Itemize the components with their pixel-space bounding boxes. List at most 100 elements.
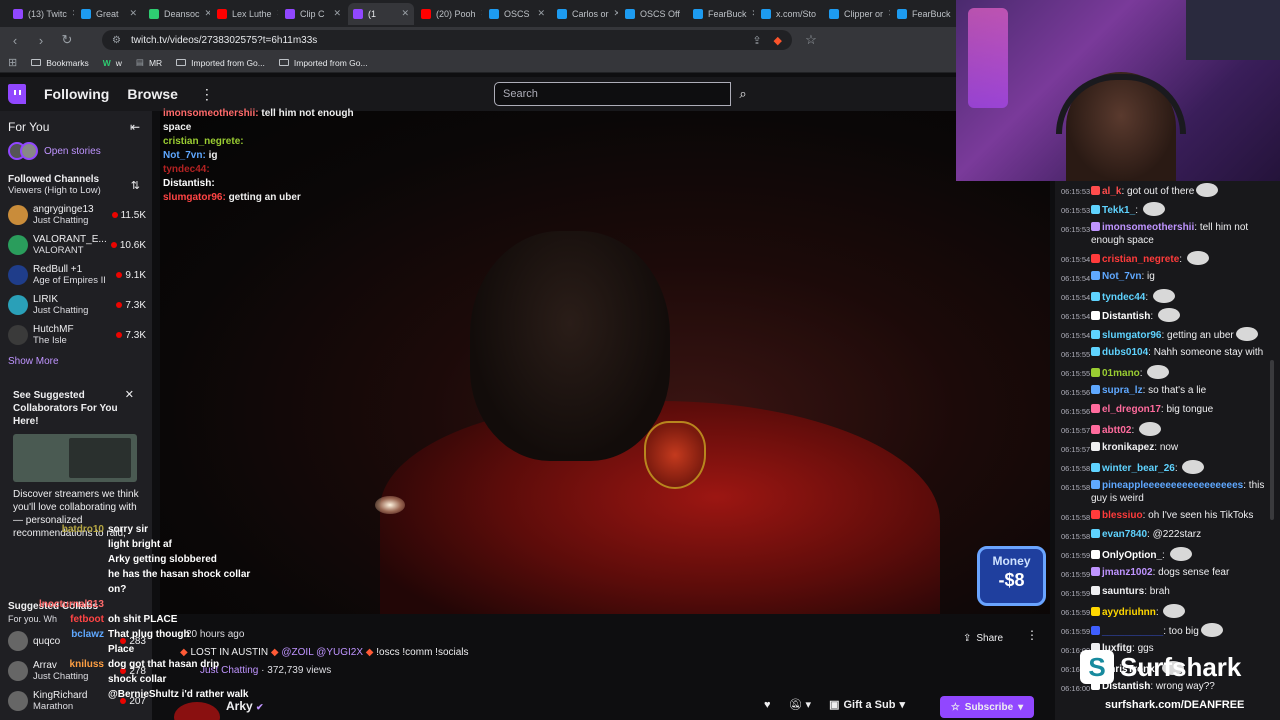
chat-username[interactable]: slumgator96 [1102, 330, 1161, 341]
close-tab-icon[interactable]: ✕ [401, 8, 409, 19]
chat-username[interactable]: ___________ [1102, 626, 1163, 637]
bookmark-item[interactable]: Imported from Go... [176, 58, 265, 68]
browser-tab[interactable]: (1 ✕ [348, 2, 414, 25]
channel-info: angryginge13 Just Chatting [33, 204, 107, 226]
title-mention[interactable]: @YUGI2X [316, 647, 363, 658]
chat-username[interactable]: al_k [1102, 186, 1121, 197]
close-tab-icon[interactable]: ✕ [752, 8, 754, 19]
close-icon[interactable]: ✕ [125, 388, 134, 401]
site-info-icon[interactable]: ⚙ [112, 35, 121, 46]
channel-avatar[interactable] [174, 702, 220, 720]
folder-icon [176, 59, 187, 66]
close-tab-icon[interactable]: ✕ [888, 8, 890, 19]
search-icon[interactable]: ⌕ [731, 82, 755, 106]
tab-title: Clip C [300, 8, 325, 19]
browser-tab[interactable]: FearBuck✕ [688, 3, 754, 25]
bookmark-item[interactable]: Ww [103, 58, 122, 68]
browser-tab[interactable]: Clipper or ✕ [824, 3, 890, 25]
chat-username[interactable]: imonsomeothershii [1102, 222, 1194, 233]
tab-favicon-icon [285, 8, 295, 19]
address-bar[interactable]: ⚙ twitch.tv/videos/2738302575?t=6h11m33s… [102, 30, 792, 50]
chat-username[interactable]: el_dregon17 [1102, 404, 1161, 415]
chat-username[interactable]: pineappleeeeeeeeeeeeeeeees [1102, 480, 1243, 491]
chat-message-row: 06:15:58 winter_bear_26: [1055, 458, 1280, 477]
collapse-sidebar-icon[interactable]: ⇤ [130, 120, 140, 134]
more-menu-icon[interactable]: ⋮ [200, 86, 214, 103]
more-options-icon[interactable]: ⋮ [1026, 628, 1038, 642]
close-tab-icon[interactable]: ✕ [333, 8, 341, 19]
show-more-link[interactable]: Show More [0, 350, 152, 373]
chat-username[interactable]: winter_bear_26 [1102, 463, 1175, 474]
sidebar-channel[interactable]: VALORANT_E... VALORANT 10.6K [0, 230, 152, 260]
browser-tab[interactable]: Great ✕ [76, 3, 142, 25]
gift-sub-button[interactable]: ▣ Gift a Sub ▾ [829, 698, 905, 712]
share-button[interactable]: ⇪ Share [955, 628, 1011, 648]
close-tab-icon[interactable]: ✕ [537, 8, 545, 19]
chat-username[interactable]: blessiuo [1102, 510, 1143, 521]
chat-username[interactable]: Tekk1_ [1102, 205, 1135, 216]
chat-username[interactable]: Not_7vn [1102, 271, 1141, 282]
twitch-logo-icon[interactable] [8, 84, 26, 104]
chat-username[interactable]: OnlyOption_ [1102, 550, 1162, 561]
reload-icon[interactable]: ↻ [60, 32, 74, 48]
sponsor-url: surfshark.com/DEANFREE [1105, 699, 1245, 711]
chat-username[interactable]: Distantish [1102, 311, 1150, 322]
close-tab-icon[interactable]: ✕ [821, 8, 822, 19]
close-tab-icon[interactable]: ✕ [481, 8, 482, 19]
chat-text: big tongue [1166, 404, 1214, 415]
sidebar-channel[interactable]: HutchMF The Isle 7.3K [0, 320, 152, 350]
browser-tab[interactable]: OSCS Off ✕ [620, 3, 686, 25]
close-tab-icon[interactable]: ✕ [685, 8, 686, 19]
bookmark-item[interactable]: Imported from Go... [278, 58, 368, 68]
chat-username[interactable]: tyndec44 [1102, 292, 1145, 303]
close-tab-icon[interactable]: ✕ [277, 8, 278, 19]
chat-username[interactable]: kronikapez [1102, 442, 1154, 453]
heart-icon[interactable]: ♥ [764, 699, 771, 711]
open-stories[interactable]: Open stories [0, 134, 152, 168]
notifications-icon[interactable]: 🔕︎ ▾ [789, 698, 812, 711]
sort-icon[interactable]: ⇅ [131, 179, 140, 192]
browser-tab[interactable]: x.com/Sto ✕ [756, 3, 822, 25]
browser-tab[interactable]: Deansoc ✕ [144, 3, 210, 25]
sponsor-logo: S Surfshark [1080, 650, 1241, 684]
bookmark-star-icon[interactable]: ☆ [804, 32, 818, 48]
chat-username[interactable]: abtt02 [1102, 425, 1131, 436]
title-mention[interactable]: @ZOIL [281, 647, 313, 658]
subscribe-button[interactable]: ☆ Subscribe ▾ [940, 696, 1034, 718]
close-tab-icon[interactable]: ✕ [129, 8, 137, 19]
back-icon[interactable]: ‹ [8, 33, 22, 48]
browser-tab[interactable]: Lex Luthe ✕ [212, 3, 278, 25]
close-tab-icon[interactable]: ✕ [614, 8, 618, 19]
apps-grid-icon[interactable]: ⊞ [8, 56, 17, 69]
chat-scrollbar[interactable] [1270, 360, 1274, 520]
bookmark-item[interactable]: Bookmarks [31, 58, 89, 68]
chat-username[interactable]: 01mano [1102, 368, 1140, 379]
chat-username[interactable]: ayydriuhnn [1102, 607, 1156, 618]
sidebar-channel[interactable]: RedBull +1 Age of Empires II 9.1K [0, 260, 152, 290]
chat-username[interactable]: jmanz1002 [1102, 567, 1153, 578]
chat-username[interactable]: cristian_negrete [1102, 254, 1179, 265]
bookmark-item[interactable]: ▤ MR [136, 57, 162, 68]
close-tab-icon[interactable]: ✕ [205, 8, 210, 19]
following-link[interactable]: Following [44, 86, 109, 102]
close-tab-icon[interactable]: ✕ [72, 8, 74, 19]
search-input[interactable]: Search [494, 82, 731, 106]
browser-tab[interactable]: OSCS ✕ [484, 3, 550, 25]
browser-tab[interactable]: (13) Twitc ✕ [8, 3, 74, 25]
sidebar-channel[interactable]: LIRIK Just Chatting 7.3K [0, 290, 152, 320]
sidebar-channel[interactable]: angryginge13 Just Chatting 11.5K [0, 200, 152, 230]
forward-icon[interactable]: › [34, 33, 48, 48]
browse-link[interactable]: Browse [127, 86, 178, 102]
chat-username[interactable]: supra_lz [1102, 385, 1143, 396]
browser-tab[interactable]: (20) Pooh ✕ [416, 3, 482, 25]
chat-username[interactable]: evan7840 [1102, 529, 1147, 540]
share-page-icon[interactable]: ⇪ [752, 34, 761, 47]
chat-username[interactable]: saunturs [1102, 586, 1144, 597]
tab-favicon-icon [557, 8, 567, 19]
brave-shield-icon[interactable]: ◆ [774, 34, 782, 47]
browser-tab[interactable]: Carlos or ✕ [552, 3, 618, 25]
browser-tab[interactable]: Clip C ✕ [280, 3, 346, 25]
chat-username[interactable]: dubs0104 [1102, 347, 1148, 358]
browser-tab[interactable]: FearBuck✕ [892, 3, 958, 25]
chat-body: blessiuo: oh I've seen his TikToks [1091, 509, 1274, 524]
